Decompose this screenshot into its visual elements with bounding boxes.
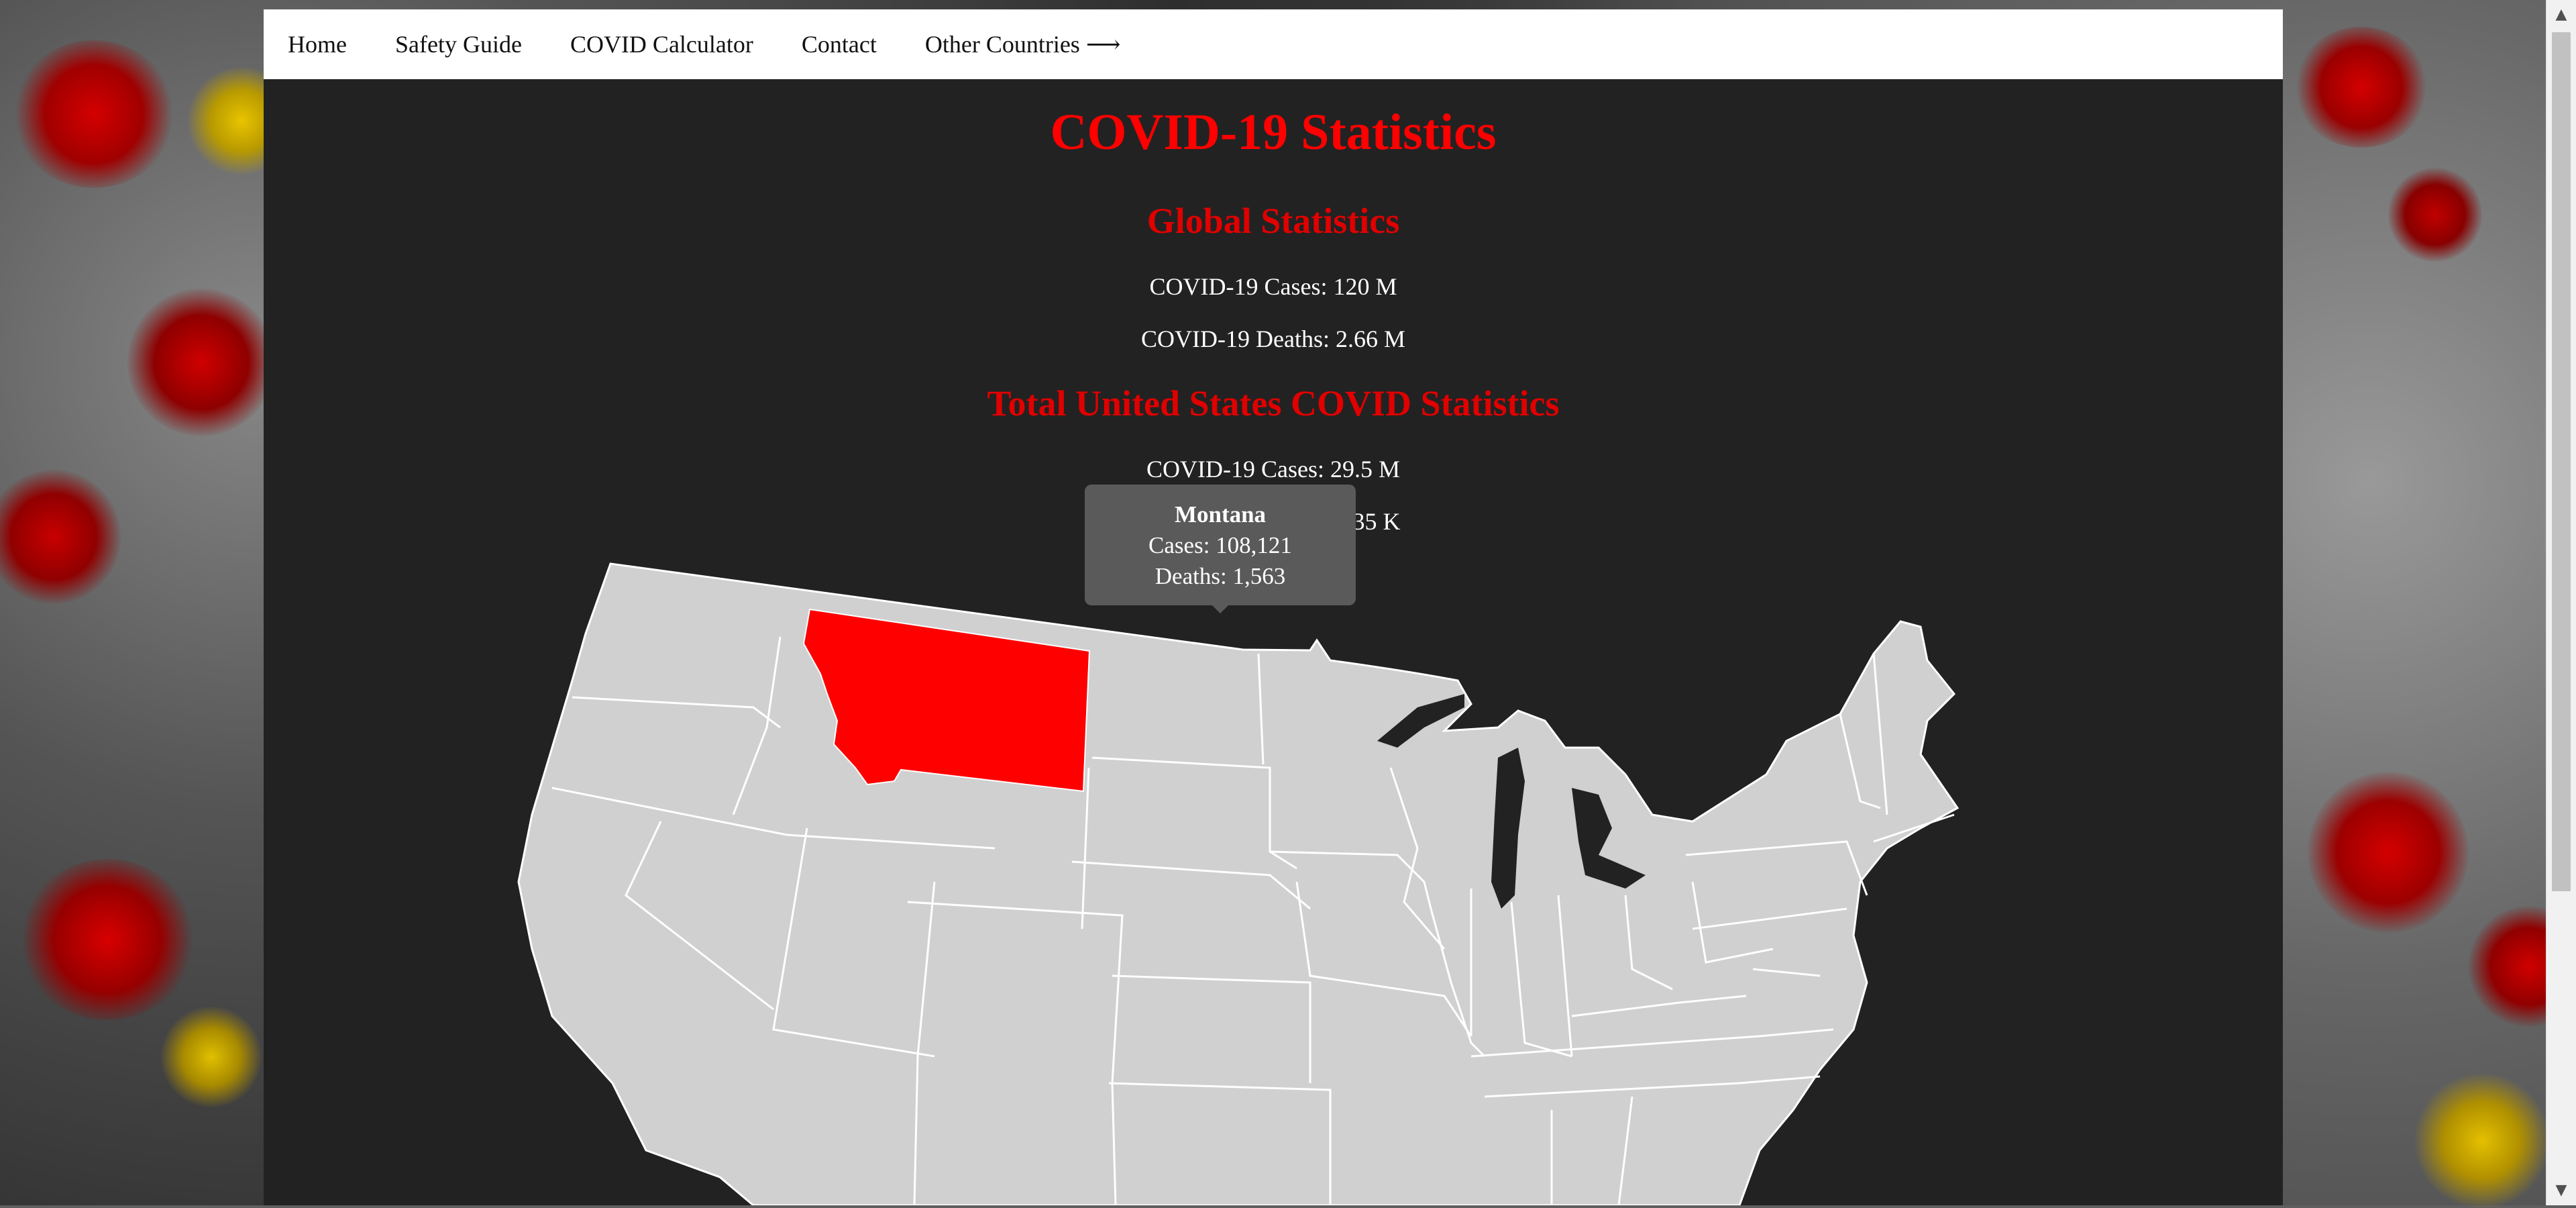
- background-flower: [127, 289, 275, 436]
- background-flower: [2308, 772, 2469, 933]
- scroll-down-arrow-icon[interactable]: ▼: [2546, 1176, 2576, 1205]
- scrollbar-thumb[interactable]: [2552, 32, 2571, 891]
- tooltip-deaths: Deaths: 1,563: [1155, 563, 1286, 589]
- background-flower: [13, 40, 174, 188]
- tooltip-state-name: Montana: [1174, 501, 1267, 527]
- scroll-up-arrow-icon[interactable]: ▲: [2546, 0, 2576, 30]
- us-landmass: [517, 562, 1960, 1205]
- vertical-scrollbar[interactable]: ▲ ▼: [2546, 0, 2576, 1205]
- background-flower: [0, 470, 121, 604]
- tooltip-cases: Cases: 108,121: [1148, 532, 1292, 558]
- us-states-map: [517, 562, 1960, 1205]
- tooltip-pointer: [1211, 604, 1230, 613]
- background-flower: [2388, 168, 2482, 262]
- state-tooltip: Montana Cases: 108,121 Deaths: 1,563: [1085, 485, 1356, 605]
- background-flower: [20, 859, 195, 1020]
- background-flower: [2415, 1074, 2549, 1208]
- content-panel: Home Safety Guide COVID Calculator Conta…: [264, 9, 2283, 1205]
- background-flower: [2294, 27, 2428, 148]
- background-flower: [161, 1007, 262, 1107]
